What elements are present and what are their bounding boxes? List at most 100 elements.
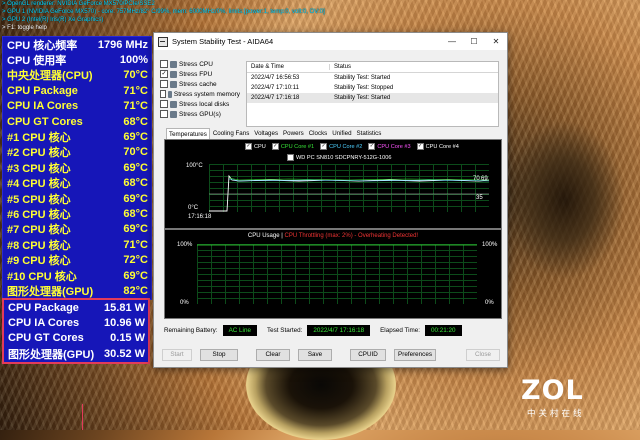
log-status: Stability Test: Started (334, 75, 391, 81)
log-header-status[interactable]: Status (330, 64, 351, 70)
osd-header: > OpenGL renderer: NVIDIA GeForce MX570/… (2, 0, 325, 32)
cache-icon (170, 80, 177, 88)
osd-header-line: > OpenGL renderer: NVIDIA GeForce MX570/… (2, 1, 155, 7)
osd-stat-label: #9 CPU 核心 (7, 255, 71, 268)
stress-option-label: Stress CPU (179, 60, 213, 68)
save-button[interactable]: Save (298, 349, 332, 361)
y-axis-max-label: 100% (177, 242, 193, 248)
osd-stat-label: #10 CPU 核心 (7, 270, 77, 283)
osd-stat-label: 中央处理器(CPU) (7, 70, 93, 83)
osd-stat-label: CPU IA Cores (7, 100, 79, 113)
osd-stat-row: #10 CPU 核心 69°C (3, 268, 151, 283)
cpu-usage-graph: CPU Usage | CPU Throttling (max: 2%) - O… (164, 229, 502, 319)
osd-stat-label: #1 CPU 核心 (7, 132, 71, 145)
close-button[interactable]: Close (466, 349, 500, 361)
temperature-plot (209, 164, 490, 212)
test-started-value: 2022/4/7 17:16:18 (307, 325, 371, 336)
osd-stat-value: 69°C (123, 269, 148, 282)
osd-stat-label: 图形处理器(GPU) (7, 285, 94, 298)
button-row: Start Stop Clear Save CPUID Preferences … (162, 349, 508, 361)
osd-stat-row: #2 CPU 核心 70°C (3, 145, 151, 160)
tab-voltages[interactable]: Voltages (252, 128, 280, 139)
start-button[interactable]: Start (162, 349, 192, 361)
event-log-table[interactable]: Date & Time Status 2022/4/7 16:56:53 Stab… (246, 61, 499, 127)
osd-stat-value: 82°C (123, 284, 148, 297)
stress-cpu-option[interactable]: Stress CPU (160, 59, 240, 69)
time-label: 17:16:18 (188, 214, 212, 220)
checkbox[interactable] (287, 154, 294, 161)
log-row[interactable]: 2022/4/7 16:56:53 Stability Test: Started (247, 73, 498, 83)
osd-power-row: 图形处理器(GPU) 30.52 W (4, 346, 148, 361)
tab-clocks[interactable]: Clocks (307, 128, 330, 139)
gpu-icon (170, 110, 177, 118)
checkbox[interactable] (160, 60, 168, 68)
stress-disk-option[interactable]: Stress local disks (160, 99, 240, 109)
osd-stat-row: #1 CPU 核心 69°C (3, 129, 151, 144)
usage-title: CPU Usage (247, 233, 280, 239)
checkbox[interactable] (160, 110, 168, 118)
osd-stat-row: #8 CPU 核心 71°C (3, 237, 151, 252)
legend-item[interactable]: ✓ CPU Core #3 (368, 143, 411, 150)
legend-label: CPU Core #3 (377, 143, 411, 150)
battery-label: Remaining Battery: (164, 327, 218, 334)
preferences-button[interactable]: Preferences (394, 349, 436, 361)
stress-gpu-option[interactable]: Stress GPU(s) (160, 109, 240, 119)
tab-cooling-fans[interactable]: Cooling Fans (211, 128, 251, 139)
legend-item[interactable]: ✓ CPU (245, 143, 266, 150)
stress-option-label: Stress cache (179, 80, 217, 88)
legend-disk-item[interactable]: WD PC SN810 SDCPNRY-512G-1006 (287, 154, 391, 161)
clear-button[interactable]: Clear (256, 349, 290, 361)
stress-option-label: Stress GPU(s) (179, 110, 221, 118)
osd-stat-value: 69°C (123, 131, 148, 144)
stop-button[interactable]: Stop (200, 349, 238, 361)
app-icon (158, 36, 168, 47)
checkbox[interactable] (160, 100, 168, 108)
throttling-warning: CPU Throttling (max: 2%) - Overheating D… (284, 233, 419, 239)
checkbox-checked[interactable]: ✓ (416, 143, 424, 150)
osd-stat-label: #4 CPU 核心 (7, 178, 71, 191)
log-row[interactable]: 2022/4/7 17:10:11 Stability Test: Stopped (247, 83, 498, 93)
tab-statistics[interactable]: Statistics (355, 128, 384, 139)
checkbox[interactable] (160, 90, 166, 98)
osd-stat-label: CPU Package (7, 84, 78, 97)
legend-item[interactable]: ✓ CPU Core #4 (416, 143, 459, 150)
close-window-button[interactable]: ✕ (485, 33, 507, 50)
cpuid-button[interactable]: CPUID (350, 349, 386, 361)
stress-fpu-option[interactable]: ✓ Stress FPU (160, 69, 240, 79)
log-row[interactable]: 2022/4/7 17:16:18 Stability Test: Started (247, 93, 498, 103)
stress-memory-option[interactable]: Stress system memory (160, 89, 240, 99)
log-time: 2022/4/7 16:56:53 (251, 75, 300, 81)
legend-label: CPU Core #1 (280, 143, 315, 150)
checkbox[interactable] (160, 80, 168, 88)
osd-stat-row: #4 CPU 核心 68°C (3, 176, 151, 191)
checkbox-checked[interactable]: ✓ (320, 143, 328, 150)
osd-stat-value: 72°C (123, 254, 148, 267)
osd-power-row: CPU Package 15.81 W (4, 300, 148, 315)
checkbox-checked[interactable]: ✓ (160, 70, 168, 78)
osd-power-label: CPU GT Cores (8, 332, 84, 345)
window-titlebar[interactable]: System Stability Test - AIDA64 — ☐ ✕ (154, 33, 507, 50)
zol-logo: ZOL (521, 375, 584, 406)
memory-icon (167, 90, 172, 98)
osd-stat-row: 中央处理器(CPU) 70°C (3, 68, 151, 83)
osd-power-label: CPU Package (8, 301, 79, 314)
legend-item[interactable]: ✓ CPU Core #2 (320, 143, 362, 150)
osd-stat-row: CPU Package 71°C (3, 83, 151, 98)
temperature-legend: ✓ CPU ✓ CPU Core #1 ✓ CPU Core #2 ✓ CPU Core… (245, 143, 465, 150)
osd-stat-row: #7 CPU 核心 69°C (3, 222, 151, 237)
log-header-datetime[interactable]: Date & Time (247, 64, 330, 70)
osd-stat-row: #9 CPU 核心 72°C (3, 252, 151, 267)
checkbox-checked[interactable]: ✓ (245, 143, 252, 150)
legend-item[interactable]: ✓ CPU Core #1 (271, 143, 315, 150)
checkbox-checked[interactable]: ✓ (368, 143, 376, 150)
tab-powers[interactable]: Powers (281, 128, 306, 139)
maximize-button[interactable]: ☐ (463, 33, 485, 50)
checkbox-checked[interactable]: ✓ (271, 143, 279, 150)
osd-power-value: 15.81 W (104, 301, 145, 314)
elapsed-time-label: Elapsed Time: (380, 327, 421, 334)
minimize-button[interactable]: — (441, 33, 463, 50)
osd-stat-row: #6 CPU 核心 68°C (3, 206, 151, 221)
usage-graph-title: CPU Usage | CPU Throttling (max: 2%) - O… (165, 233, 501, 239)
stress-cache-option[interactable]: Stress cache (160, 79, 240, 89)
tab-unified[interactable]: Unified (330, 128, 353, 139)
